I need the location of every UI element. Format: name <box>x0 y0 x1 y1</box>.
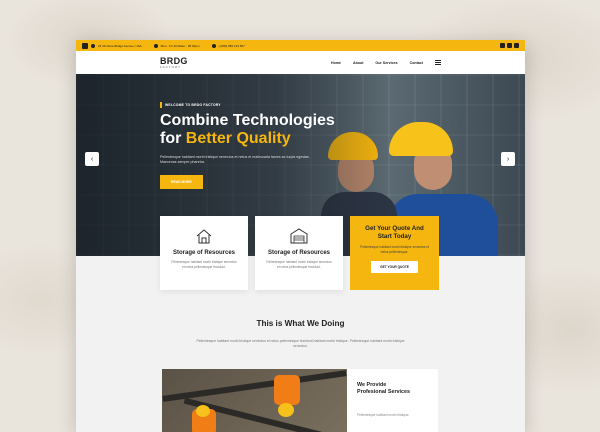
main-navigation: BRDG FACTORY Home About Our Services Con… <box>76 51 525 74</box>
hero-title-highlight: Better Quality <box>185 130 291 148</box>
logo-sub: FACTORY <box>160 64 182 69</box>
phone-info: (+800) 883 123 567 <box>211 43 245 48</box>
twitter-icon[interactable] <box>82 42 88 49</box>
facebook-icon[interactable] <box>500 43 505 48</box>
hero-title-prefix: for <box>160 130 182 148</box>
hard-hat-icon <box>196 405 210 417</box>
linkedin-icon[interactable] <box>514 43 519 48</box>
section-title: This is What We Doing <box>256 319 345 328</box>
website-mockup: 23 40 Clare Bridge Avenue, USA Mon - Fri… <box>76 40 525 432</box>
nav-menu: Home About Our Services Contact <box>331 60 441 65</box>
chevron-left-icon: ‹ <box>90 155 94 163</box>
warehouse-icon <box>290 228 308 244</box>
feature-card-text: Pellentesque habitant morbi tristique se… <box>266 260 332 269</box>
nav-item-services[interactable]: Our Services <box>375 61 397 65</box>
section-description: Pellentesque habitant morbi tristique se… <box>196 339 405 349</box>
clock-icon <box>153 43 158 48</box>
hero-title-line2: for Better Quality <box>160 130 335 148</box>
service-title: We Provide Profesional Services <box>357 382 428 397</box>
nav-item-about[interactable]: About <box>353 61 363 65</box>
instagram-icon[interactable] <box>507 43 512 48</box>
steel-beam <box>162 370 347 402</box>
quote-card: Get Your Quote And Start Today Pellentesq… <box>350 216 439 290</box>
feature-card-title: Storage of Resources <box>172 250 236 256</box>
hero-description: Pellentesque habitant morbi tristique se… <box>160 154 310 164</box>
hero-title-line1: Combine Technologies <box>160 112 335 129</box>
service-title-line2: Profesional Services <box>357 389 411 396</box>
phone-icon <box>211 43 216 48</box>
phone-text: (+800) 883 123 567 <box>218 43 245 48</box>
read-more-button[interactable]: READ MORE <box>160 175 203 190</box>
get-quote-button[interactable]: GET YOUR QUOTE <box>371 260 418 273</box>
social-links <box>500 43 519 48</box>
top-info-bar: 23 40 Clare Bridge Avenue, USA Mon - Fri… <box>76 40 525 51</box>
slider-prev-button[interactable]: ‹ <box>85 152 99 166</box>
logo[interactable]: BRDG FACTORY <box>160 56 188 69</box>
quote-title-line2: Start Today <box>377 233 412 241</box>
address-info: 23 40 Clare Bridge Avenue, USA <box>91 43 142 48</box>
hours-info: Mon - Fri 10.00am - 05.00pm <box>153 43 200 48</box>
feature-card[interactable]: Storage of Resources Pellentesque habita… <box>255 216 343 290</box>
hours-text: Mon - Fri 10.00am - 05.00pm <box>160 43 200 48</box>
nav-item-home[interactable]: Home <box>331 61 341 65</box>
hero-content: WELCOME TO BRDG FACTORY Combine Technolo… <box>160 102 335 190</box>
service-title-line1: We Provide <box>357 382 387 388</box>
quote-title: Get Your Quote And Start Today <box>350 225 439 241</box>
hero-badge: WELCOME TO BRDG FACTORY <box>160 102 335 108</box>
address-text: 23 40 Clare Bridge Avenue, USA <box>98 43 142 48</box>
hard-hat-icon <box>278 403 294 417</box>
feature-card-title: Storage of Resources <box>267 250 331 256</box>
feature-card[interactable]: Storage of Resources Pellentesque habita… <box>160 216 248 290</box>
quote-text: Pellentesque habitant morbi tristique se… <box>360 245 429 254</box>
chevron-right-icon: › <box>506 155 510 163</box>
house-tools-icon <box>195 228 213 244</box>
service-card: We Provide Profesional Services Pellentes… <box>347 369 438 432</box>
location-icon <box>91 43 95 48</box>
service-text: Pellentesque habitant morbi tristique. <box>357 412 410 417</box>
feature-card-text: Pellentesque habitant morbi tristique se… <box>171 260 237 269</box>
slider-next-button[interactable]: › <box>501 152 515 166</box>
service-photo <box>162 369 347 432</box>
hamburger-menu-icon[interactable] <box>435 60 441 65</box>
quote-title-line1: Get Your Quote And <box>365 225 424 232</box>
nav-item-contact[interactable]: Contact <box>410 61 423 65</box>
worker-vest <box>274 375 300 405</box>
